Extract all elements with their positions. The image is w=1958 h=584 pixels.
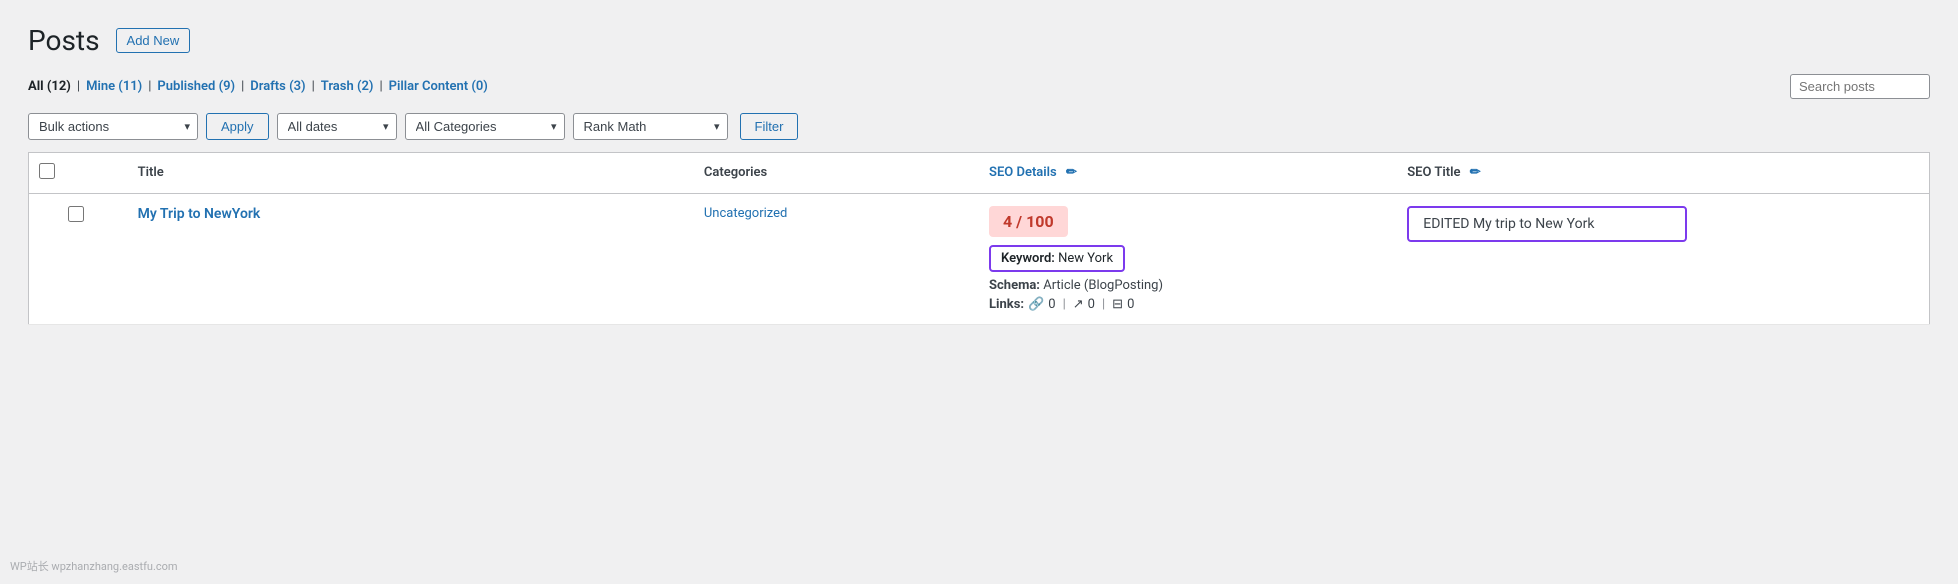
seo-title-value: EDITED My trip to New York [1423,216,1594,232]
nav-all-link[interactable]: All (12) [28,79,71,94]
seo-title-edit-icon[interactable]: ✏ [1470,165,1481,180]
links-sep-2: | [1099,297,1108,312]
external-icon: ↗ [1073,297,1084,312]
row-categories-cell: Uncategorized [694,193,979,324]
nav-pillar[interactable]: Pillar Content (0) [389,79,488,94]
col-header-title: Title [124,152,694,193]
links-line: Links: 🔗 0 | ↗ 0 | ⊟ 0 [989,297,1387,312]
sep-4: | [306,79,321,94]
sep-1: | [71,79,86,94]
nav-drafts-link[interactable]: Drafts (3) [250,79,305,94]
nav-mine-link[interactable]: Mine (11) [86,79,142,94]
nav-trash[interactable]: Trash (2) [321,79,374,94]
image-link-icon: ⊟ [1112,297,1123,312]
apply-button[interactable]: Apply [206,113,269,140]
link-external-count: 0 [1088,297,1095,312]
keyword-value: New York [1058,251,1113,266]
table-head: Title Categories SEO Details ✏ SEO Title… [29,152,1930,193]
search-box[interactable] [1790,74,1930,99]
nav-published[interactable]: Published (9) [157,79,235,94]
title-header-label: Title [138,165,164,180]
row-checkbox[interactable] [68,206,84,222]
links-sep-1: | [1060,297,1069,312]
dates-select[interactable]: All dates [277,113,397,140]
col-header-seo-details: SEO Details ✏ [979,152,1397,193]
categories-wrapper: All Categories ▾ [405,113,565,140]
post-title-link[interactable]: My Trip to NewYork [138,206,261,222]
row-check-cell[interactable] [29,193,124,324]
link-internal-count: 0 [1048,297,1055,312]
table-body: My Trip to NewYork Uncategorized 4 / 100… [29,193,1930,324]
sep-5: | [373,79,388,94]
links-label: Links: [989,297,1024,312]
nav-drafts[interactable]: Drafts (3) [250,79,305,94]
link-icon: 🔗 [1028,297,1044,312]
table-row: My Trip to NewYork Uncategorized 4 / 100… [29,193,1930,324]
seo-details-edit-icon[interactable]: ✏ [1066,165,1077,180]
nav-all[interactable]: All (12) [28,79,71,94]
link-images-count: 0 [1127,297,1134,312]
sep-3: | [235,79,250,94]
sep-2: | [142,79,157,94]
keyword-box: Keyword: New York [989,245,1125,272]
col-header-seo-title: SEO Title ✏ [1397,152,1929,193]
post-status-nav: All (12) | Mine (11) | Published (9) | D… [28,74,1930,99]
page-title: Posts [28,24,100,58]
watermark: WP站长 wpzhanzhang.eastfu.com [10,558,178,574]
rankmath-wrapper: Rank Math ▾ [573,113,728,140]
nav-trash-link[interactable]: Trash (2) [321,79,374,94]
nav-pillar-link[interactable]: Pillar Content (0) [389,79,488,94]
seo-title-header-label: SEO Title [1407,165,1460,180]
categories-header-label: Categories [704,165,767,180]
check-all-checkbox[interactable] [39,163,55,179]
check-all-col[interactable] [29,152,124,193]
row-title-cell: My Trip to NewYork [124,193,694,324]
category-link[interactable]: Uncategorized [704,206,787,221]
rankmath-select[interactable]: Rank Math [573,113,728,140]
seo-details-header-label: SEO Details [989,165,1057,180]
filter-button[interactable]: Filter [740,113,799,140]
bulk-actions-select[interactable]: Bulk actions [28,113,198,140]
tablenav: Bulk actions ▾ Apply All dates ▾ All Cat… [28,113,1930,140]
schema-label: Schema: [989,278,1040,293]
posts-table: Title Categories SEO Details ✏ SEO Title… [28,152,1930,325]
seo-title-box[interactable]: EDITED My trip to New York [1407,206,1687,242]
col-header-categories: Categories [694,152,979,193]
page-header: Posts Add New [28,24,1930,58]
row-seo-title-cell: EDITED My trip to New York [1397,193,1929,324]
nav-mine[interactable]: Mine (11) [86,79,142,94]
categories-select[interactable]: All Categories [405,113,565,140]
seo-score-badge: 4 / 100 [989,206,1068,237]
bulk-actions-wrapper: Bulk actions ▾ [28,113,198,140]
add-new-button[interactable]: Add New [116,28,191,53]
schema-line: Schema: Article (BlogPosting) [989,278,1387,293]
row-seo-details-cell: 4 / 100 Keyword: New York Schema: Articl… [979,193,1397,324]
schema-value: Article (BlogPosting) [1043,278,1163,293]
search-input[interactable] [1790,74,1930,99]
nav-published-link[interactable]: Published (9) [157,79,235,94]
dates-wrapper: All dates ▾ [277,113,397,140]
table-header-row: Title Categories SEO Details ✏ SEO Title… [29,152,1930,193]
keyword-label: Keyword: [1001,251,1055,266]
